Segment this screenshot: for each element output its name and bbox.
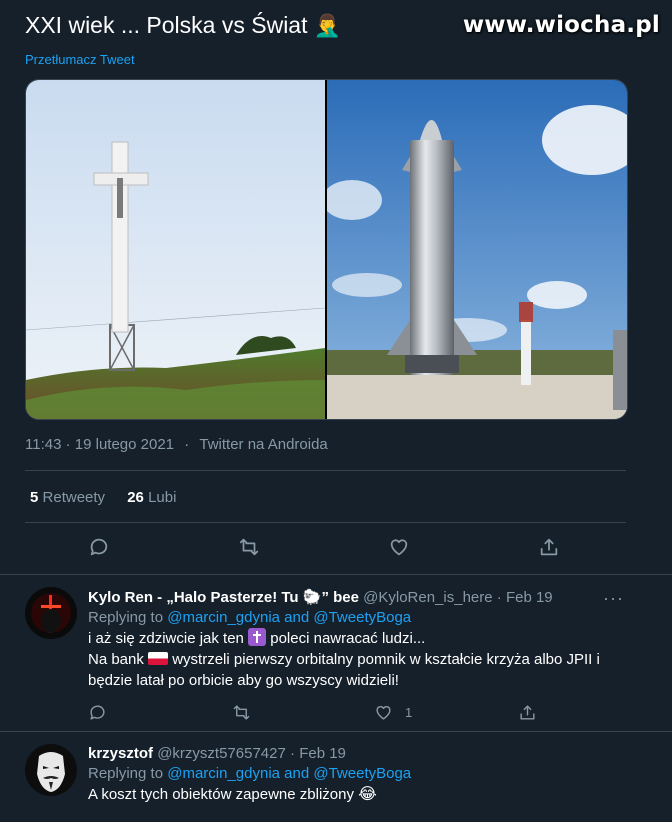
divider bbox=[25, 522, 626, 523]
like-button[interactable]: 1 bbox=[374, 703, 412, 723]
reply-author-name[interactable]: Kylo Ren - „Halo Pasterze! Tu 🐑” bee bbox=[88, 589, 359, 606]
reply-text-line: i aż się zdziwcie jak ten poleci nawraca… bbox=[88, 628, 652, 649]
replying-to: Replying to @marcin_gdynia and @TweetyBo… bbox=[88, 609, 652, 626]
tweet-timestamp[interactable]: 11:43 · 19 lutego 2021 bbox=[25, 436, 174, 453]
reply-button[interactable] bbox=[88, 536, 114, 562]
reply-text: A koszt tych obiektów zapewne zbliżony 😂 bbox=[88, 784, 652, 805]
tweet-stats: 5 Retweety 26 Lubi bbox=[30, 489, 194, 506]
reply-tweet[interactable]: Kylo Ren - „Halo Pasterze! Tu 🐑” bee @Ky… bbox=[0, 575, 672, 731]
likes-label: Lubi bbox=[148, 489, 177, 506]
meta-separator: · bbox=[290, 745, 296, 762]
reply-text-segment: i aż się zdziwcie jak ten bbox=[88, 630, 244, 647]
laughing-emoji-icon: 😂 bbox=[358, 786, 377, 803]
tweet-title: XXI wiek ... Polska vs Świat 🤦‍♂️ bbox=[25, 12, 341, 39]
reply-text-segment: poleci nawracać ludzi... bbox=[270, 630, 426, 647]
reply-text-line: będzie latał po orbicie aby go wszyscy w… bbox=[88, 672, 399, 689]
site-watermark: www.wiocha.pl bbox=[462, 12, 660, 38]
reply-author-handle[interactable]: @KyloRen_is_here bbox=[363, 589, 492, 606]
reply-text-line: Na bank wystrzeli pierwszy orbitalny pom… bbox=[88, 649, 652, 670]
divider bbox=[25, 470, 626, 471]
mention-link[interactable]: @marcin_gdynia bbox=[167, 765, 280, 782]
heart-icon bbox=[376, 706, 391, 720]
reply-body: Kylo Ren - „Halo Pasterze! Tu 🐑” bee @Ky… bbox=[88, 588, 652, 691]
reply-date[interactable]: Feb 19 bbox=[506, 589, 553, 606]
tweet-actions bbox=[25, 536, 626, 562]
reply-author-name[interactable]: krzysztof bbox=[88, 745, 153, 762]
share-button[interactable] bbox=[538, 536, 564, 562]
share-icon bbox=[540, 538, 558, 556]
likes-count: 26 bbox=[127, 489, 144, 506]
retweet-button[interactable] bbox=[238, 536, 264, 562]
avatar[interactable] bbox=[25, 587, 77, 639]
like-count: 1 bbox=[405, 705, 413, 720]
replying-to-label: Replying to bbox=[88, 765, 164, 782]
likes-stat[interactable]: 26 Lubi bbox=[127, 489, 176, 506]
reply-text-segment: wystrzeli pierwszy orbitalny pomnik w ks… bbox=[172, 651, 600, 668]
reply-header: krzysztof @krzyszt57657427 · Feb 19 bbox=[88, 745, 652, 762]
share-icon bbox=[520, 705, 535, 720]
reply-text-segment: Na bank bbox=[88, 651, 144, 668]
author-name-suffix: ” bee bbox=[321, 589, 359, 606]
mention-link[interactable]: @TweetyBoga bbox=[313, 609, 411, 626]
more-options-icon[interactable]: ··· bbox=[603, 588, 624, 609]
like-button[interactable] bbox=[388, 536, 414, 562]
mention-link[interactable]: @marcin_gdynia bbox=[167, 609, 280, 626]
retweet-icon bbox=[233, 705, 250, 720]
mention-link[interactable]: @TweetyBoga bbox=[313, 765, 411, 782]
tweet-meta: 11:43 · 19 lutego 2021 · Twitter na Andr… bbox=[25, 436, 328, 453]
reply-text-segment: A koszt tych obiektów zapewne zbliżony bbox=[88, 786, 354, 803]
reply-tweet[interactable]: krzysztof @krzyszt57657427 · Feb 19 Repl… bbox=[0, 732, 672, 822]
latin-cross-emoji-icon bbox=[248, 628, 267, 646]
reply-author-handle[interactable]: @krzyszt57657427 bbox=[157, 745, 286, 762]
retweet-button[interactable] bbox=[232, 703, 251, 723]
reply-button[interactable] bbox=[88, 703, 107, 723]
facepalm-emoji-icon: 🤦‍♂️ bbox=[313, 13, 342, 38]
reply-icon bbox=[90, 705, 105, 720]
tweet-title-text: XXI wiek ... Polska vs Świat bbox=[25, 12, 308, 38]
retweets-stat[interactable]: 5 Retweety bbox=[30, 489, 105, 506]
retweets-label: Retweety bbox=[42, 489, 106, 506]
share-button[interactable] bbox=[518, 703, 537, 723]
replying-to: Replying to @marcin_gdynia and @TweetyBo… bbox=[88, 765, 652, 782]
avatar[interactable] bbox=[25, 744, 77, 796]
cross-on-hill-image[interactable] bbox=[26, 80, 325, 419]
mention-and: and bbox=[284, 609, 310, 626]
meta-separator: · bbox=[496, 589, 502, 606]
reply-text: i aż się zdziwcie jak ten poleci nawraca… bbox=[88, 628, 652, 691]
retweets-count: 5 bbox=[30, 489, 39, 506]
replying-to-label: Replying to bbox=[88, 609, 164, 626]
tweet-media[interactable] bbox=[25, 79, 628, 420]
reply-icon bbox=[90, 538, 108, 556]
author-name-text: Kylo Ren - „Halo Pasterze! Tu bbox=[88, 589, 299, 606]
retweet-icon bbox=[239, 538, 259, 556]
starship-rocket-image[interactable] bbox=[327, 80, 627, 419]
translate-tweet-link[interactable]: Przetłumacz Tweet bbox=[25, 52, 135, 67]
reply-date[interactable]: Feb 19 bbox=[299, 745, 346, 762]
heart-icon bbox=[390, 539, 408, 556]
sheep-emoji-icon: 🐑 bbox=[302, 589, 322, 606]
tweet-source: Twitter na Androida bbox=[199, 436, 328, 453]
poland-flag-icon bbox=[148, 652, 169, 665]
reply-header: Kylo Ren - „Halo Pasterze! Tu 🐑” bee @Ky… bbox=[88, 588, 652, 606]
meta-separator: · bbox=[184, 436, 190, 453]
reply-actions: 1 bbox=[88, 703, 538, 725]
reply-body: krzysztof @krzyszt57657427 · Feb 19 Repl… bbox=[88, 745, 652, 805]
mention-and: and bbox=[284, 765, 310, 782]
